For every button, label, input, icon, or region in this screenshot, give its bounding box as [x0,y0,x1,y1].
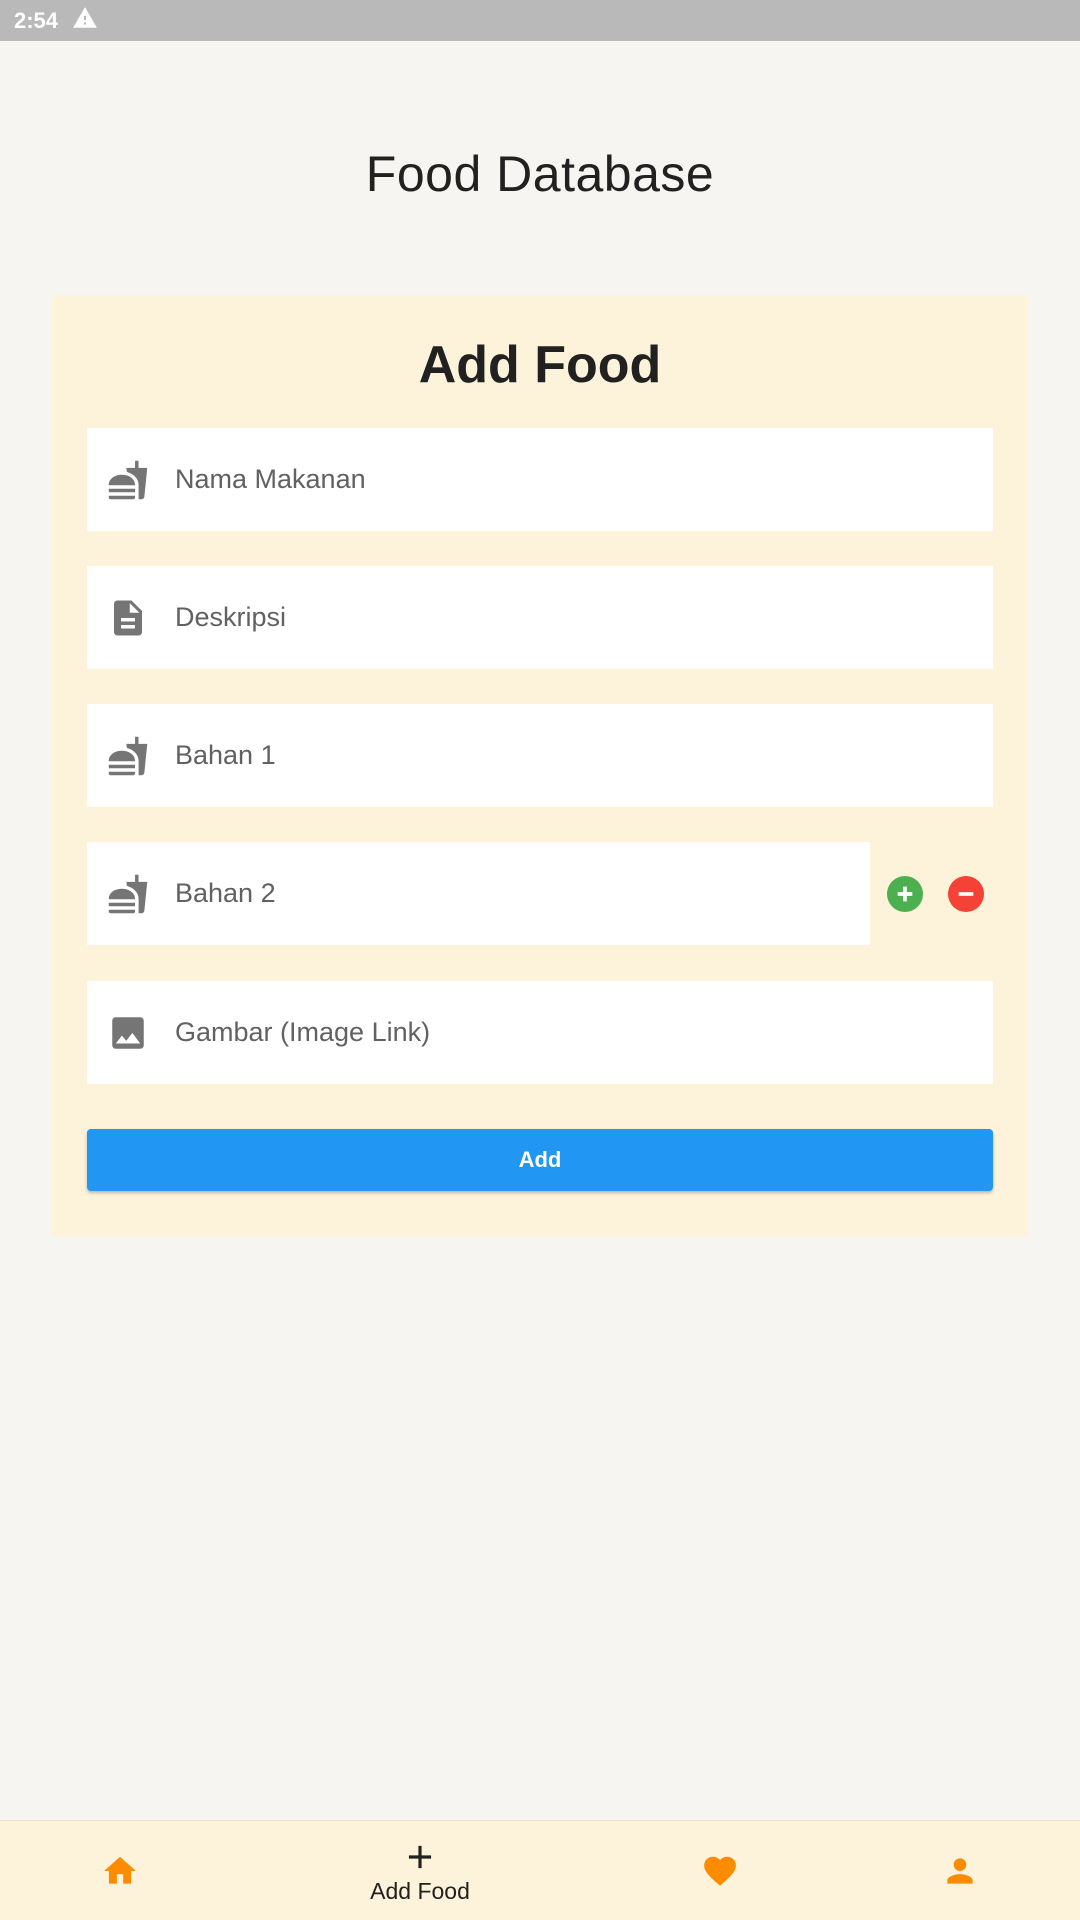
person-icon [947,1858,973,1884]
nav-item-home[interactable] [0,1821,240,1920]
remove-circle-icon [958,892,974,896]
add-food-card: Add Food Nama Makanan Deskripsi Bahan 1 … [52,295,1028,1237]
nav-item-add-food[interactable]: Add Food [300,1821,540,1920]
nav-item-profile[interactable] [840,1821,1080,1920]
warning-triangle-icon [72,5,98,37]
ingredient-1-placeholder: Bahan 1 [175,740,276,770]
nav-item-favorites[interactable] [600,1821,840,1920]
fastfood-icon [107,735,149,777]
add-circle-icon [897,886,913,902]
fastfood-icon [107,459,149,501]
ingredient-2-placeholder: Bahan 2 [175,878,276,908]
description-placeholder: Deskripsi [175,602,287,632]
food-name-field[interactable]: Nama Makanan [87,428,993,531]
add-icon [408,1845,432,1868]
bottom-navigation: Add Food [0,1820,1080,1920]
description-field[interactable]: Deskripsi [87,566,993,669]
image-link-field[interactable]: Gambar (Image Link) [87,981,993,1084]
add-food-button[interactable]: Add [87,1129,993,1191]
description-icon [107,597,149,639]
add-ingredient-button[interactable] [887,876,923,912]
status-bar: 2:54 [0,0,1080,41]
food-name-placeholder: Nama Makanan [175,464,366,494]
home-icon [104,1856,136,1884]
image-icon [107,1012,149,1054]
heart-icon [704,1856,736,1886]
form-title: Add Food [418,336,662,394]
remove-ingredient-button[interactable] [948,876,984,912]
page-title: Food Database [365,146,715,202]
fastfood-icon [107,873,149,915]
ingredient-1-field[interactable]: Bahan 1 [87,704,993,807]
ingredient-2-field[interactable]: Bahan 2 [87,842,870,945]
status-time: 2:54 [14,7,59,33]
nav-label-add-food: Add Food [370,1877,470,1904]
image-link-placeholder: Gambar (Image Link) [175,1017,431,1047]
